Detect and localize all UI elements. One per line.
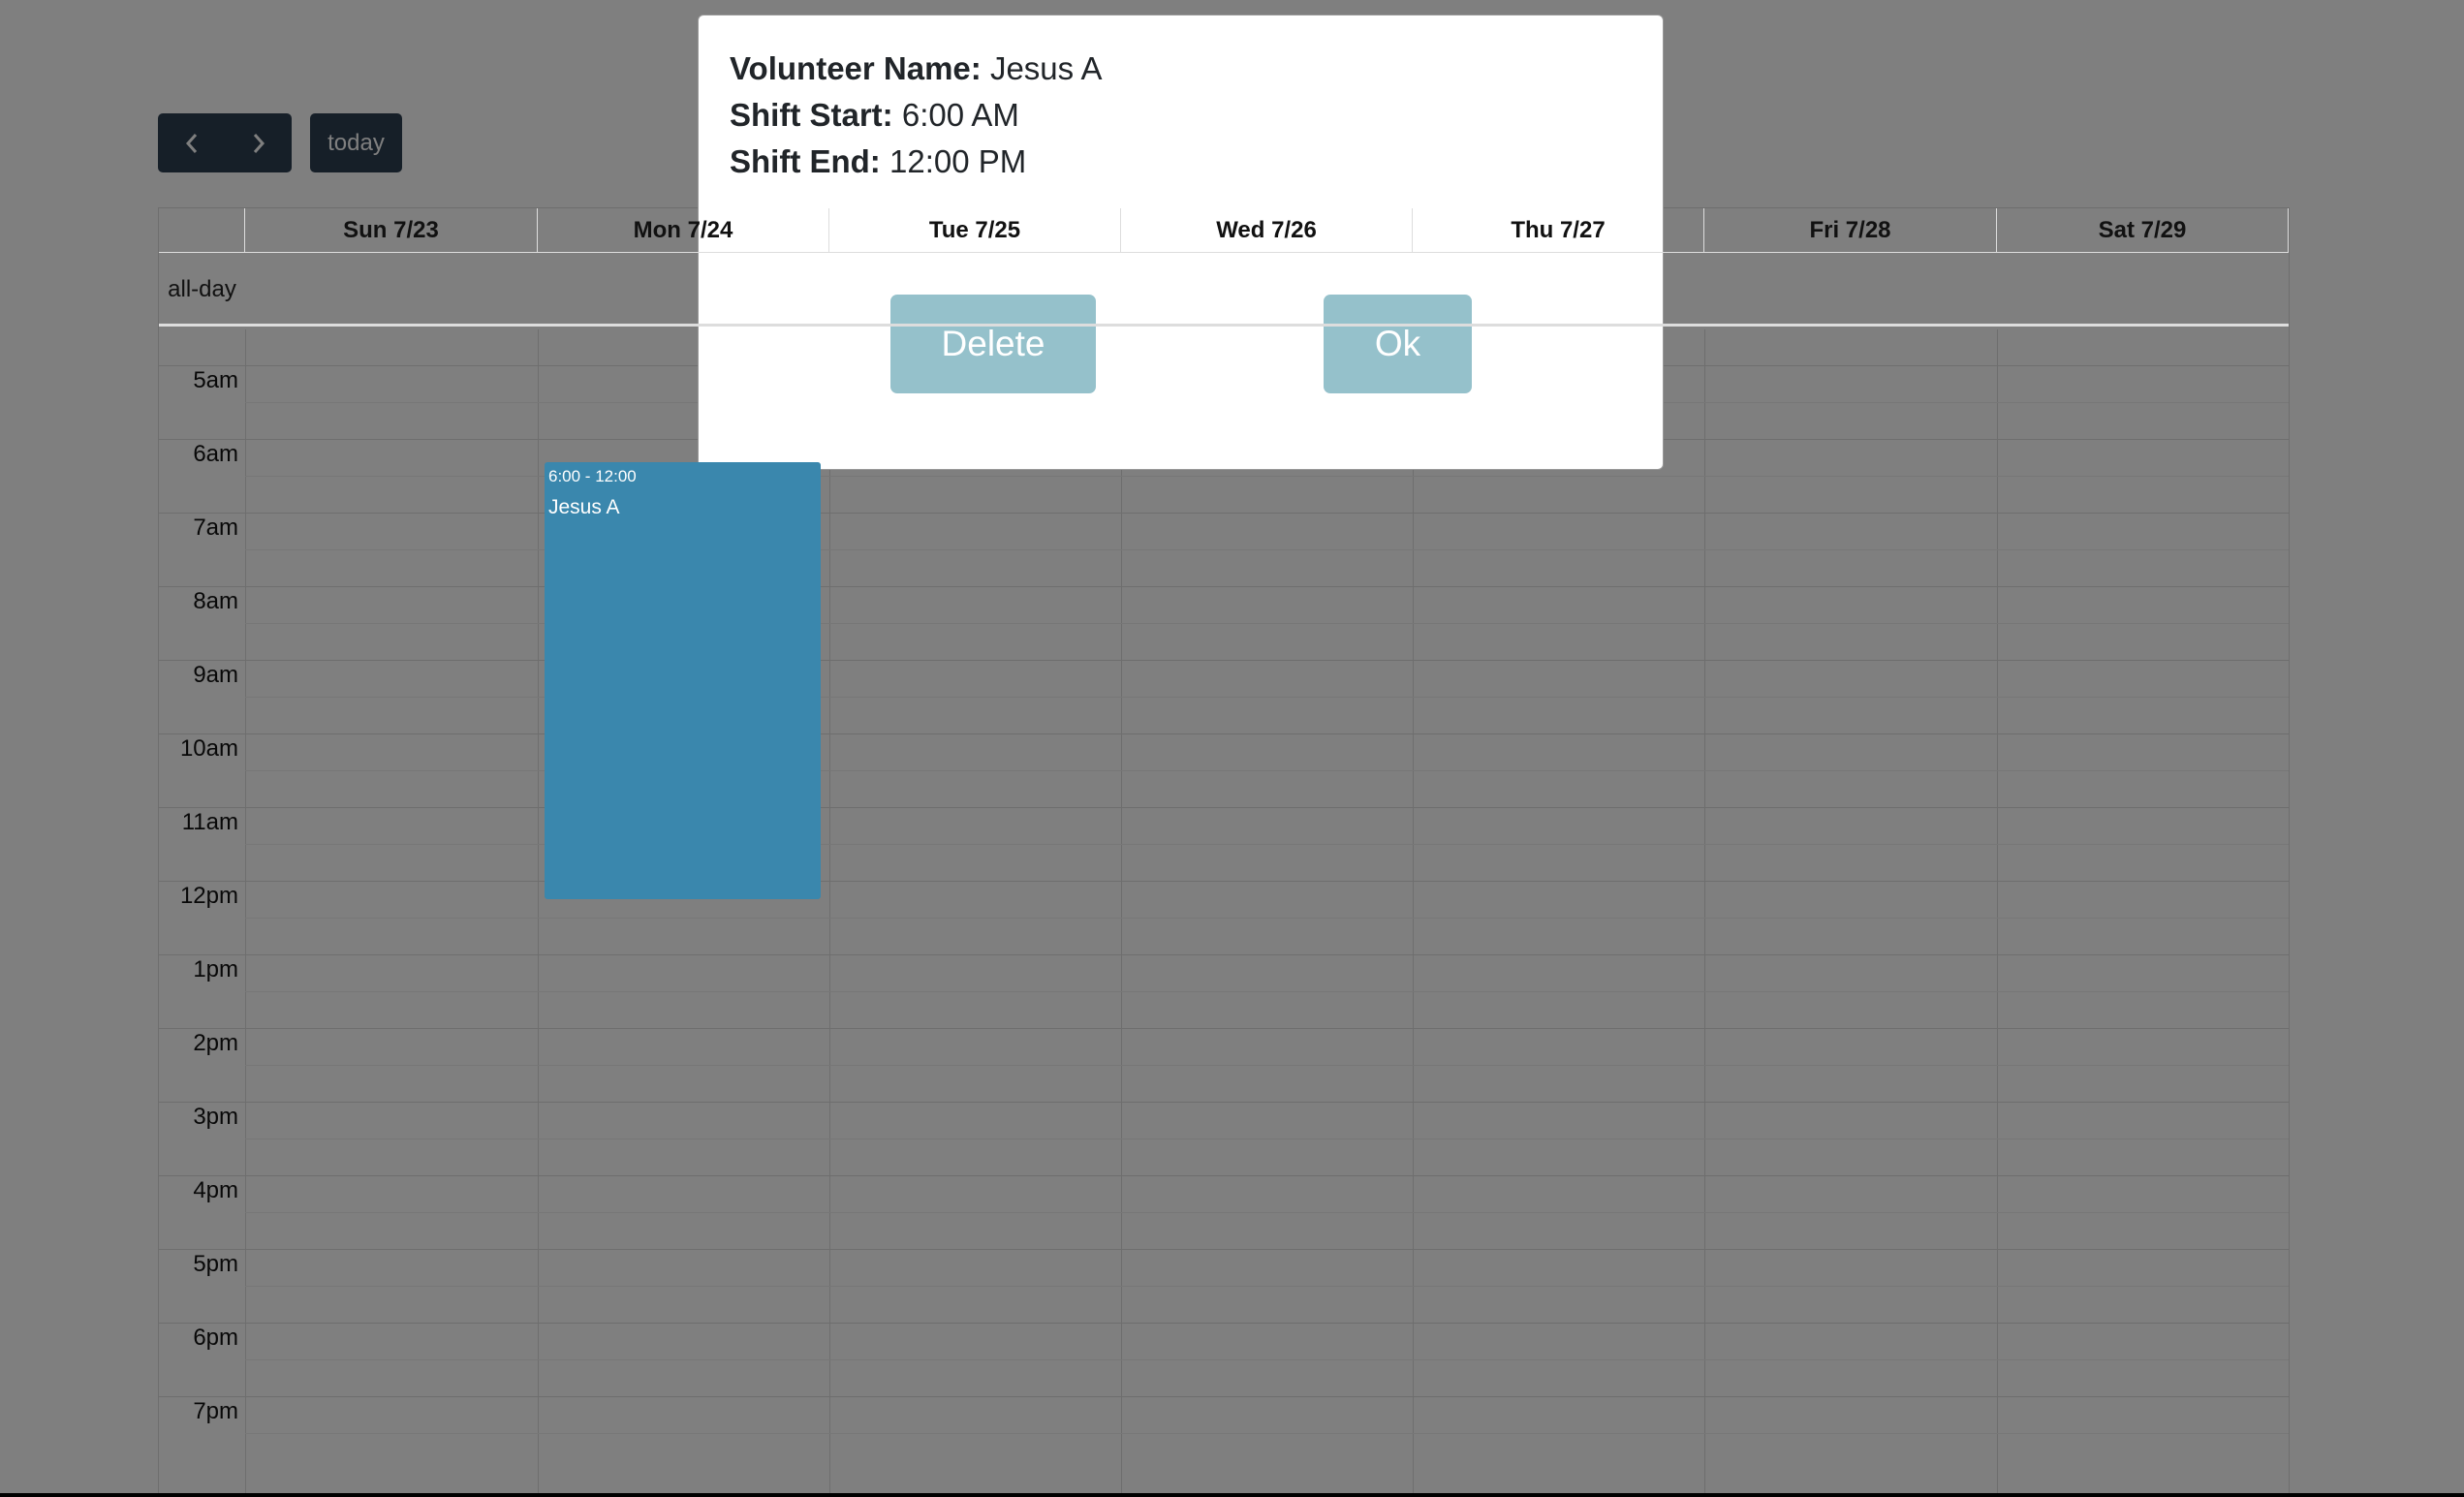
header-corner: [159, 208, 245, 253]
shift-end-value: 12:00 PM: [889, 143, 1027, 179]
volunteer-name-row: Volunteer Name: Jesus A: [730, 50, 1103, 87]
volunteer-name-value: Jesus A: [989, 50, 1103, 86]
day-header-sun: Sun 7/23: [245, 208, 538, 253]
event-time: 6:00 - 12:00: [548, 467, 637, 485]
volunteer-name-label: Volunteer Name:: [730, 50, 982, 86]
day-header-wed: Wed 7/26: [1121, 208, 1413, 253]
shift-start-row: Shift Start: 6:00 AM: [730, 97, 1019, 134]
shift-end-label: Shift End:: [730, 143, 881, 179]
window-bottom-edge: [0, 1493, 2464, 1497]
shift-start-value: 6:00 AM: [901, 97, 1019, 133]
day-header-mon: Mon 7/24: [538, 208, 829, 253]
day-header-tue: Tue 7/25: [829, 208, 1121, 253]
shift-start-label: Shift Start:: [730, 97, 893, 133]
shift-end-row: Shift End: 12:00 PM: [730, 143, 1026, 180]
day-header-thu: Thu 7/27: [1413, 208, 1704, 253]
day-header-fri: Fri 7/28: [1704, 208, 1997, 253]
event-title: Jesus A: [548, 496, 620, 518]
allday-label: all-day: [168, 276, 236, 302]
day-header-sat: Sat 7/29: [1997, 208, 2289, 253]
shift-event[interactable]: 6:00 - 12:00 Jesus A: [545, 462, 821, 899]
allday-row[interactable]: [159, 253, 2289, 327]
